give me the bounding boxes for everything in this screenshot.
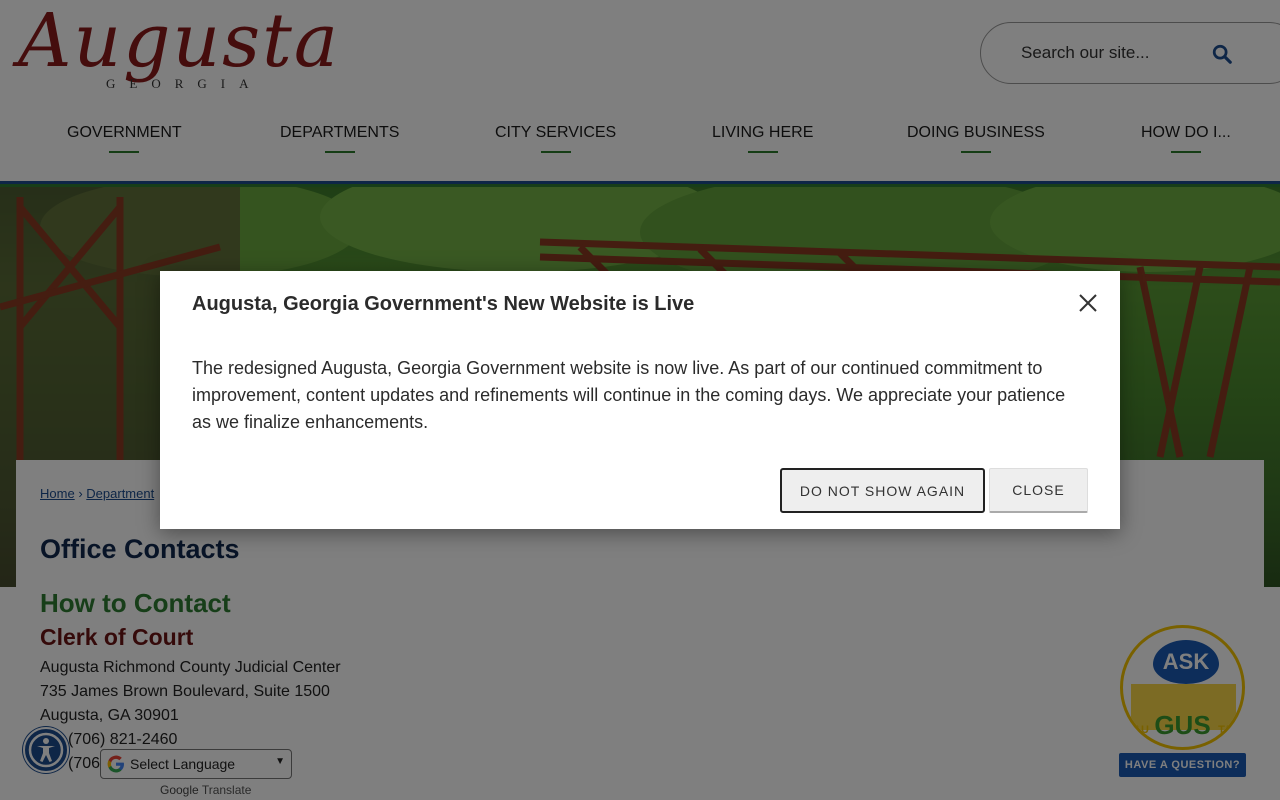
announcement-modal: Augusta, Georgia Government's New Websit… xyxy=(160,271,1120,529)
do-not-show-again-button[interactable]: DO NOT SHOW AGAIN xyxy=(780,468,985,513)
close-button[interactable]: CLOSE xyxy=(989,468,1088,513)
modal-title: Augusta, Georgia Government's New Websit… xyxy=(192,293,695,315)
close-icon[interactable] xyxy=(1076,291,1100,315)
modal-body: The redesigned Augusta, Georgia Governme… xyxy=(192,358,1066,432)
